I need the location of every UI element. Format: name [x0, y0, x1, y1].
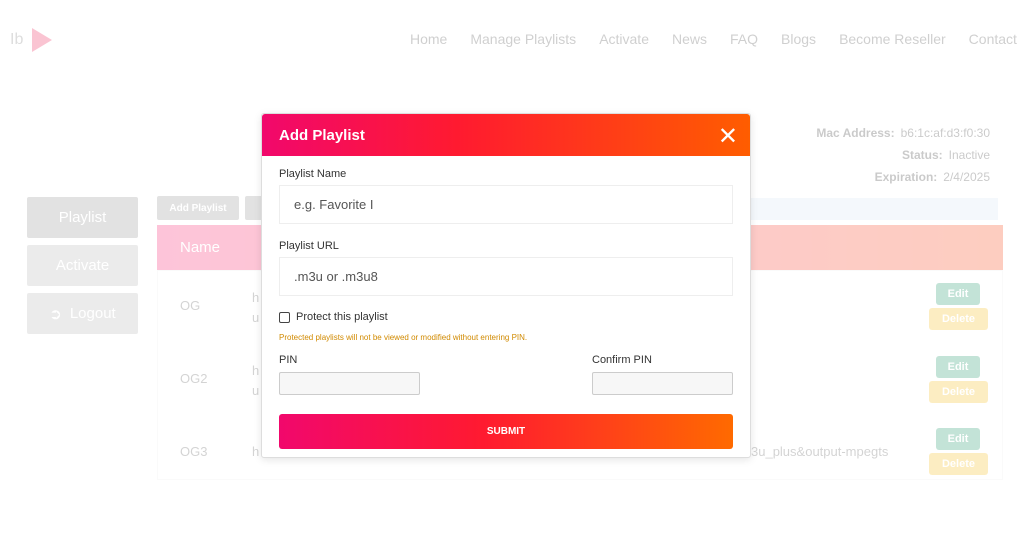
row-url: u [252, 310, 260, 325]
top-nav: Home Manage Playlists Activate News FAQ … [410, 31, 1024, 47]
row-name: OG [180, 298, 201, 313]
mac-label: Mac Address: [816, 126, 895, 140]
confirm-pin-input[interactable] [592, 372, 733, 395]
device-info: Mac Address: b6:1c:af:d3:f0:30 Status: Ina… [816, 122, 990, 188]
row-name: OG3 [180, 444, 208, 459]
status-label: Status: [901, 148, 943, 162]
row-url: h [252, 444, 260, 459]
sidebar-logout[interactable]: ➲ Logout [27, 293, 138, 334]
nav-activate[interactable]: Activate [599, 31, 649, 47]
pin-label: PIN [279, 354, 298, 366]
playlist-url-label: Playlist URL [279, 240, 339, 252]
playlist-url-input[interactable] [279, 257, 733, 296]
protect-note: Protected playlists will not be viewed o… [279, 333, 528, 342]
protect-checkbox[interactable] [279, 312, 290, 323]
mac-value: b6:1c:af:d3:f0:30 [900, 126, 990, 140]
modal-title: Add Playlist [279, 127, 365, 144]
logout-icon: ➲ [49, 305, 62, 323]
submit-button[interactable]: SUBMIT [279, 414, 733, 449]
search-strip [740, 198, 998, 220]
svg-text:Ib: Ib [10, 31, 23, 48]
header-name: Name [180, 239, 221, 256]
add-playlist-modal: Add Playlist ✕ Playlist Name Playlist UR… [261, 113, 751, 458]
delete-button[interactable]: Delete [929, 453, 988, 475]
pin-input[interactable] [279, 372, 420, 395]
confirm-pin-label: Confirm PIN [592, 354, 652, 366]
nav-contact[interactable]: Contact [969, 31, 1017, 47]
add-playlist-button[interactable]: Add Playlist [157, 196, 239, 220]
nav-news[interactable]: News [672, 31, 707, 47]
status-value: Inactive [948, 148, 990, 162]
edit-button[interactable]: Edit [936, 356, 980, 378]
logo: Ib [10, 28, 52, 52]
delete-button[interactable]: Delete [929, 308, 988, 330]
sidebar-activate[interactable]: Activate [27, 245, 138, 286]
nav-blogs[interactable]: Blogs [781, 31, 816, 47]
nav-become-reseller[interactable]: Become Reseller [839, 31, 946, 47]
edit-button[interactable]: Edit [936, 428, 980, 450]
row-url: h [252, 363, 260, 378]
nav-faq[interactable]: FAQ [730, 31, 758, 47]
row-url: h [252, 290, 260, 305]
row-url: u [252, 383, 260, 398]
modal-header: Add Playlist ✕ [262, 114, 750, 156]
nav-manage-playlists[interactable]: Manage Playlists [470, 31, 576, 47]
edit-button[interactable]: Edit [936, 283, 980, 305]
logout-label: Logout [69, 305, 116, 322]
expiration-label: Expiration: [874, 170, 938, 184]
row-name: OG2 [180, 371, 208, 386]
playlist-name-input[interactable] [279, 185, 733, 224]
nav-home[interactable]: Home [410, 31, 447, 47]
protect-label: Protect this playlist [296, 311, 388, 323]
expiration-value: 2/4/2025 [943, 170, 990, 184]
row-url-tail: 3u_plus&output-mpegts [751, 444, 889, 459]
delete-button[interactable]: Delete [929, 381, 988, 403]
close-icon[interactable]: ✕ [718, 122, 738, 151]
playlist-name-label: Playlist Name [279, 168, 347, 180]
sidebar-playlist[interactable]: Playlist [27, 197, 138, 238]
